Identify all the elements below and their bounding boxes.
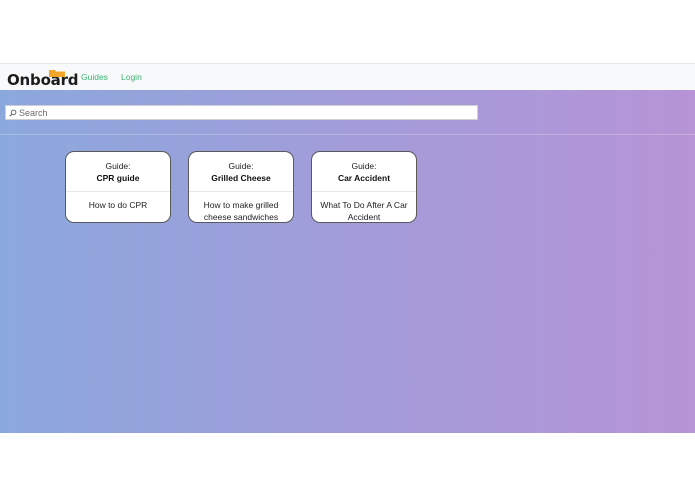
guide-card-header: Guide: Grilled Cheese (189, 152, 293, 192)
top-navbar: Onboard Guides Login (0, 63, 695, 90)
guide-card-description: What To Do After A Car Accident (320, 200, 408, 222)
guide-card-kicker: Guide: (351, 161, 377, 171)
guide-card-kicker: Guide: (105, 161, 131, 171)
guide-card-header: Guide: Car Accident (312, 152, 416, 192)
guide-card-description: How to do CPR (88, 200, 148, 210)
brand-logo[interactable]: Onboard (7, 69, 79, 89)
guide-card-title: CPR guide (96, 173, 140, 183)
guide-card-title: Grilled Cheese (211, 173, 271, 183)
nav-link-guides[interactable]: Guides (81, 72, 108, 82)
guide-card-description: How to make grilled cheese sandwiches (203, 200, 279, 222)
main-content: Guide: CPR guide How to do CPR Guide: Gr… (0, 90, 695, 433)
nav-link-login[interactable]: Login (121, 72, 142, 82)
guide-card-grilled-cheese[interactable]: Guide: Grilled Cheese How to make grille… (188, 151, 294, 223)
guide-card-car-accident[interactable]: Guide: Car Accident What To Do After A C… (311, 151, 417, 223)
search-bar (0, 90, 695, 135)
app-window: Onboard Guides Login Guide: C (0, 0, 695, 494)
guide-card-kicker: Guide: (228, 161, 254, 171)
search-icon (8, 108, 18, 118)
guide-card-title: Car Accident (337, 173, 391, 183)
guide-card-cpr[interactable]: Guide: CPR guide How to do CPR (65, 151, 171, 223)
search-input[interactable] (18, 106, 469, 119)
search-field[interactable] (5, 105, 478, 120)
guide-card-header: Guide: CPR guide (66, 152, 170, 192)
brand-name: Onboard (7, 71, 79, 89)
logo-folder-icon (49, 70, 65, 77)
